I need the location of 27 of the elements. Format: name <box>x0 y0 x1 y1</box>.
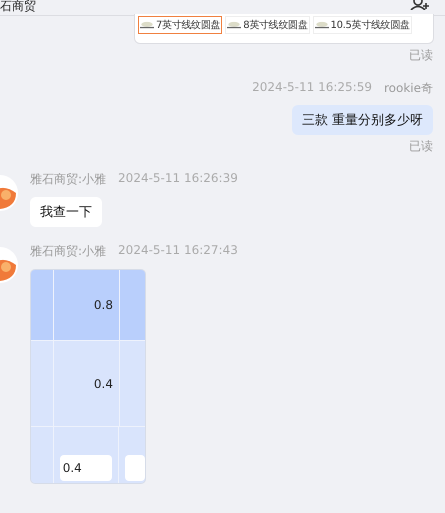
avatar-icon <box>0 247 18 283</box>
message-time: 2024-5-11 16:26:39 <box>118 171 238 187</box>
product-label: 7英寸线纹圆盘 <box>156 18 220 32</box>
avatar-icon <box>0 175 18 211</box>
chat-title: 石商贸 <box>0 0 36 12</box>
read-status: 已读 <box>408 138 434 155</box>
plate-icon <box>140 20 154 30</box>
sender-name: 雅石商贸:小雅 <box>30 171 106 188</box>
plate-icon <box>227 20 242 30</box>
message-time: 2024-5-11 16:25:59 <box>252 80 372 96</box>
input-field[interactable] <box>125 455 145 481</box>
table-cell: 0.4 <box>94 376 113 390</box>
input-field[interactable]: 0.4 <box>60 455 112 481</box>
product-item[interactable]: 8英寸线纹圆盘 <box>225 16 310 34</box>
read-status: 已读 <box>408 47 434 64</box>
product-item[interactable]: 10.5英寸线纹圆盘 <box>312 16 412 34</box>
product-label: 10.5英寸线纹圆盘 <box>330 18 410 32</box>
sender-name: 雅石商贸:小雅 <box>30 243 106 260</box>
message-time: 2024-5-11 16:27:43 <box>118 243 238 259</box>
table-cell: 0.8 <box>94 298 113 312</box>
product-label: 8英寸线纹圆盘 <box>243 18 308 32</box>
product-item[interactable]: 7英寸线纹圆盘 <box>138 16 222 34</box>
message-bubble: 我查一下 <box>30 197 102 227</box>
add-person-icon[interactable] <box>410 0 430 10</box>
sender-name: rookie奇 <box>384 80 433 97</box>
message-bubble: 三款 重量分别多少呀 <box>292 105 433 135</box>
plate-icon <box>314 20 329 30</box>
